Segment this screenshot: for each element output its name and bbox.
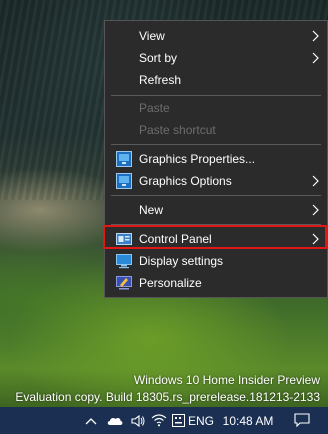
menu-item-label: Paste shortcut [139, 123, 216, 137]
menu-separator [111, 224, 321, 225]
menu-separator [111, 144, 321, 145]
menu-item-display-settings[interactable]: Display settings [105, 250, 327, 272]
menu-separator [111, 95, 321, 96]
evaluation-watermark-title: Windows 10 Home Insider Preview [133, 373, 320, 387]
menu-item-refresh[interactable]: Refresh [105, 69, 327, 91]
menu-item-label: Display settings [139, 254, 224, 268]
language-indicator[interactable]: ENG [186, 407, 216, 434]
display-settings-icon [116, 254, 132, 269]
menu-item-label: Sort by [139, 51, 178, 65]
chevron-right-icon [312, 30, 319, 42]
menu-separator [111, 195, 321, 196]
menu-item-label: Personalize [139, 276, 202, 290]
menu-item-label: Graphics Options [139, 174, 232, 188]
notification-icon[interactable] [290, 407, 314, 434]
chevron-right-icon [312, 233, 319, 245]
graphics-options-icon [116, 173, 132, 189]
evaluation-watermark-build: Evaluation copy. Build 18305.rs_prerelea… [15, 390, 320, 404]
menu-item-paste: Paste [105, 97, 327, 119]
desktop-context-menu: View Sort by Refresh Paste Paste shortcu… [104, 20, 328, 298]
control-panel-icon [116, 233, 132, 245]
keyboard-icon[interactable] [170, 407, 186, 434]
menu-item-sort-by[interactable]: Sort by [105, 47, 327, 69]
chevron-right-icon [312, 204, 319, 216]
menu-item-label: Paste [139, 101, 170, 115]
menu-item-label: New [139, 203, 164, 217]
personalize-icon [116, 276, 132, 290]
onedrive-cloud-icon[interactable] [104, 407, 126, 434]
graphics-properties-icon [116, 151, 132, 167]
chevron-up-icon[interactable] [82, 407, 100, 434]
menu-item-label: Graphics Properties... [139, 152, 256, 166]
menu-item-label: Control Panel [139, 232, 212, 246]
menu-item-graphics-options[interactable]: Graphics Options [105, 170, 327, 192]
menu-item-new[interactable]: New [105, 199, 327, 221]
taskbar: ENG 10:48 AM [0, 407, 328, 434]
menu-item-graphics-properties[interactable]: Graphics Properties... [105, 148, 327, 170]
menu-item-control-panel[interactable]: Control Panel [105, 228, 327, 250]
clock-time[interactable]: 10:48 AM [220, 407, 276, 434]
chevron-right-icon [312, 52, 319, 64]
chevron-right-icon [312, 175, 319, 187]
menu-item-label: View [139, 29, 165, 43]
speaker-icon[interactable] [128, 407, 148, 434]
menu-item-view[interactable]: View [105, 25, 327, 47]
menu-item-personalize[interactable]: Personalize [105, 272, 327, 294]
wifi-icon[interactable] [149, 407, 169, 434]
menu-item-label: Refresh [139, 73, 182, 87]
menu-item-paste-shortcut: Paste shortcut [105, 119, 327, 141]
